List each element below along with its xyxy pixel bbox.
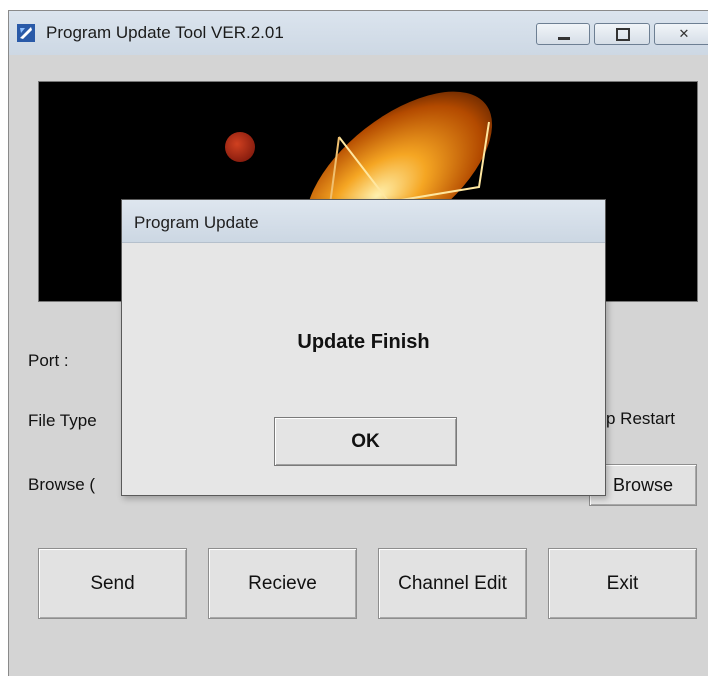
minimize-icon (558, 37, 570, 40)
exit-button[interactable]: Exit (548, 548, 697, 619)
window-title: Program Update Tool VER.2.01 (46, 23, 284, 42)
dialog-message: Update Finish (297, 331, 430, 353)
browse-label: Browse ( (28, 475, 96, 494)
dialog-title: Program Update (134, 213, 259, 232)
maximize-button[interactable] (594, 23, 650, 45)
maximize-icon (616, 28, 630, 41)
update-finish-dialog: Program Update Update Finish OK (121, 199, 606, 496)
close-icon: ✕ (678, 26, 690, 41)
restart-label: p Restart (606, 409, 675, 428)
file-type-label: File Type (28, 411, 97, 430)
title-bar[interactable]: Program Update Tool VER.2.01 ✕ (9, 11, 708, 55)
port-label: Port : (28, 351, 69, 370)
send-button[interactable]: Send (38, 548, 187, 619)
receive-button[interactable]: Recieve (208, 548, 357, 619)
app-icon (17, 24, 35, 42)
dialog-title-bar[interactable]: Program Update (122, 200, 605, 243)
ok-button[interactable]: OK (274, 417, 457, 466)
close-button[interactable]: ✕ (654, 23, 708, 45)
channel-edit-button[interactable]: Channel Edit (378, 548, 527, 619)
minimize-button[interactable] (536, 23, 590, 45)
